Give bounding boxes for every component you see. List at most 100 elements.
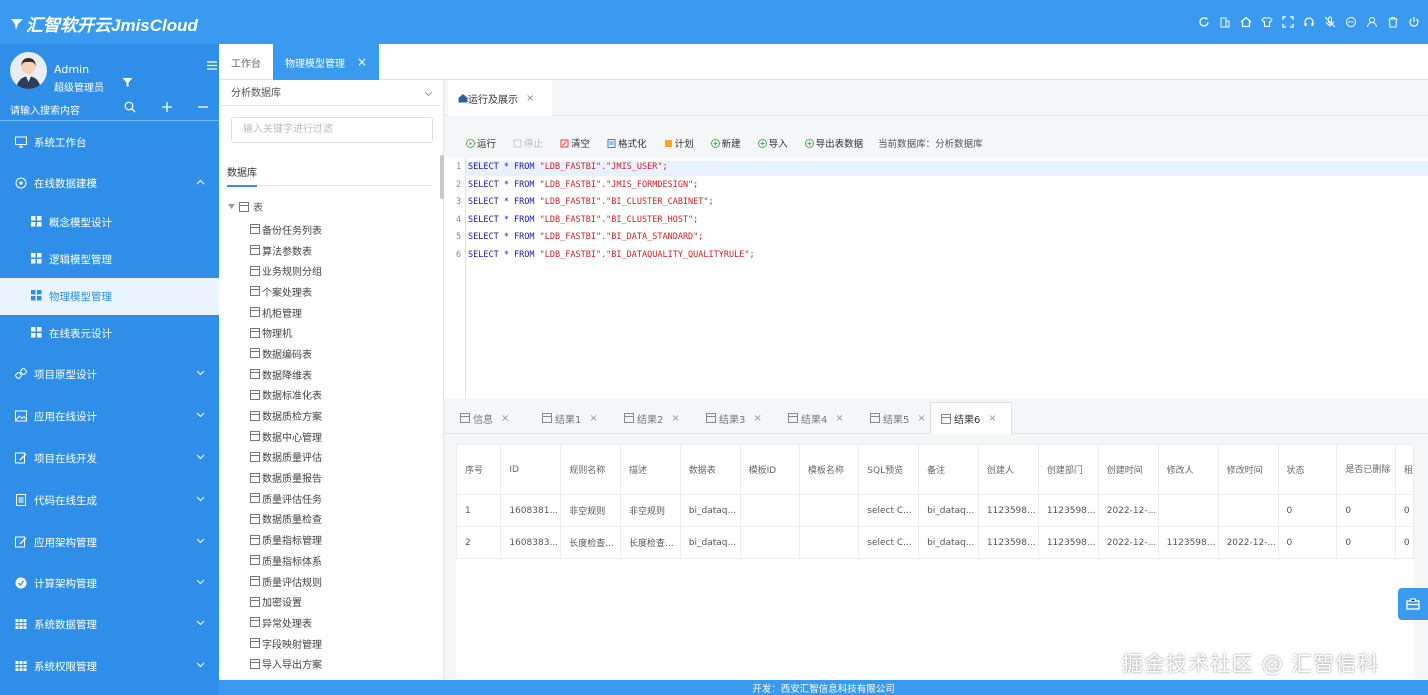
menu-item-sys-perm[interactable]: 系统权限管理 — [0, 648, 219, 685]
tree-node-table[interactable]: 物理机 — [250, 322, 322, 343]
tree-node-table[interactable]: 质量指标体系 — [250, 550, 322, 571]
tree-node-table[interactable]: 字段映射管理 — [250, 633, 322, 654]
menu-toggle-icon[interactable] — [207, 61, 217, 70]
tree-node-table[interactable]: 数据标准化表 — [250, 385, 322, 406]
table-row[interactable]: 1 1608381... 非空规则 非空规则 bi_dataq... select C..… — [455, 494, 1415, 527]
menu-item-table-design[interactable]: 在线表元设计 — [0, 315, 219, 352]
table-row[interactable]: 2 1608383... 长度检查... 长度检查... bi_dataq... sele… — [455, 526, 1415, 559]
tab-database[interactable]: 数据库 — [227, 162, 431, 187]
column-header[interactable]: 序号 — [455, 444, 502, 495]
fullscreen-icon[interactable] — [1280, 12, 1296, 32]
microphone-icon[interactable] — [1322, 12, 1338, 32]
column-header[interactable]: 修改时间 — [1217, 444, 1279, 495]
menu-item-online-data[interactable]: 在线数据建模 — [0, 165, 219, 202]
sidebar-search[interactable]: 请输入搜索内容 — [0, 97, 219, 121]
avatar[interactable] — [10, 52, 47, 89]
shirt-icon[interactable] — [1259, 12, 1275, 32]
menu-item-app-design[interactable]: 应用在线设计 — [0, 398, 219, 435]
trash-icon[interactable] — [1385, 12, 1401, 32]
column-header[interactable]: ID — [500, 444, 562, 495]
menu-item-compute-arch[interactable]: 计算架构管理 — [0, 565, 219, 602]
tree-node-table[interactable]: 质量评估规则 — [250, 571, 322, 592]
user-icon[interactable] — [1364, 12, 1380, 32]
tab-physical-model[interactable]: 物理模型管理 × — [273, 44, 379, 80]
close-icon[interactable]: × — [835, 413, 843, 424]
tree-node-table[interactable]: 数据中心管理 — [250, 426, 322, 447]
menu-item-workbench[interactable]: 系统工作台 — [0, 124, 219, 161]
tree-node-table[interactable]: 质量指标管理 — [250, 529, 322, 550]
column-header[interactable]: 描述 — [620, 444, 681, 495]
tab-result[interactable]: 结果5 × — [860, 402, 930, 434]
tree-node-table[interactable]: 数据质检方案 — [250, 405, 322, 426]
column-header[interactable]: 租 — [1394, 444, 1415, 495]
filter-icon[interactable] — [122, 77, 133, 88]
tab-result[interactable]: 结果3 × — [696, 402, 766, 434]
refresh-icon[interactable] — [1196, 12, 1212, 32]
minus-icon[interactable] — [197, 101, 209, 113]
column-header[interactable]: 是否已删除 — [1336, 444, 1396, 495]
column-header[interactable]: 模板ID — [739, 444, 800, 495]
sql-line[interactable]: SELECT * FROM "LDB_FASTBI"."BI_CLUSTER_H… — [468, 215, 698, 225]
sql-line[interactable]: SELECT * FROM "LDB_FASTBI"."JMIS_FORMDES… — [468, 180, 698, 190]
column-header[interactable]: 创建部门 — [1037, 444, 1099, 495]
tree-node-table[interactable]: 业务规则分组 — [250, 260, 322, 281]
menu-item-project-dev[interactable]: 项目在线开发 — [0, 440, 219, 477]
tree-node-table[interactable]: 数据质量检查 — [250, 509, 322, 530]
float-tool-button[interactable] — [1398, 588, 1428, 620]
close-icon[interactable]: × — [357, 55, 367, 69]
plan-button[interactable]: 计划 — [664, 136, 694, 150]
menu-item-sys-data[interactable]: 系统数据管理 — [0, 606, 219, 643]
tree-node-table[interactable]: 数据降维表 — [250, 364, 322, 385]
column-header[interactable]: 修改人 — [1157, 444, 1219, 495]
sql-line[interactable]: SELECT * FROM "LDB_FASTBI"."BI_DATAQUALI… — [468, 250, 755, 260]
tree-node-table[interactable]: 数据质量报告 — [250, 467, 322, 488]
column-header[interactable]: 备注 — [918, 444, 979, 495]
run-button[interactable]: 运行 — [466, 136, 496, 150]
home-icon[interactable] — [1238, 12, 1254, 32]
column-header[interactable]: 数据表 — [679, 444, 741, 495]
tree-root-tables[interactable]: 表 — [228, 199, 263, 214]
tree-node-table[interactable]: 数据编码表 — [250, 343, 322, 364]
tab-result[interactable]: 结果6 × — [930, 402, 1012, 434]
app-logo[interactable]: 汇智软开云JmisCloud — [10, 11, 198, 36]
tree-node-table[interactable]: 个案处理表 — [250, 281, 322, 302]
clear-button[interactable]: 清空 — [560, 136, 590, 150]
close-icon[interactable]: × — [988, 413, 996, 424]
sql-line[interactable]: SELECT * FROM "LDB_FASTBI"."BI_CLUSTER_C… — [468, 197, 714, 207]
tree-node-table[interactable]: 导入导出方案 — [250, 653, 322, 674]
stop-button[interactable]: 停止 — [513, 136, 543, 150]
format-button[interactable]: 格式化 — [607, 136, 647, 150]
tree-node-table[interactable]: 质量评估任务 — [250, 488, 322, 509]
headset-icon[interactable] — [1301, 12, 1317, 32]
menu-item-codegen[interactable]: 代码在线生成 — [0, 482, 219, 519]
column-header[interactable]: 创建时间 — [1097, 444, 1159, 495]
close-icon[interactable]: × — [917, 413, 925, 424]
sql-editor[interactable]: 1 SELECT * FROM "LDB_FASTBI"."JMIS_USER";… — [444, 158, 1428, 398]
column-header[interactable]: SQL预览 — [858, 444, 920, 495]
close-icon[interactable]: × — [753, 413, 761, 424]
tab-run-display[interactable]: 运行及展示 × — [448, 80, 552, 116]
tree-node-table[interactable]: 备份任务列表 — [250, 219, 322, 240]
close-icon[interactable]: × — [501, 413, 509, 424]
tree-node-table[interactable]: 数据质量评估 — [250, 447, 322, 468]
menu-item-physical[interactable]: 物理模型管理 — [0, 278, 219, 315]
search-icon[interactable] — [124, 101, 136, 113]
search-placeholder[interactable]: 请输入搜索内容 — [10, 102, 80, 117]
import-button[interactable]: 导入 — [757, 136, 788, 150]
menu-item-prototype[interactable]: 项目原型设计 — [0, 356, 219, 393]
tab-result[interactable]: 结果4 × — [778, 402, 848, 434]
menu-item-logic[interactable]: 逻辑模型管理 — [0, 241, 219, 278]
tree-node-table[interactable]: 加密设置 — [250, 591, 322, 612]
close-icon[interactable]: × — [526, 93, 534, 104]
table-filter-input[interactable]: 输入关键字进行过滤 — [231, 117, 433, 143]
tab-result[interactable]: 信息 × — [450, 402, 520, 434]
building-icon[interactable] — [1217, 12, 1233, 32]
plus-icon[interactable] — [161, 101, 173, 113]
export-button[interactable]: 导出表数据 — [804, 136, 863, 150]
database-select[interactable]: 分析数据库 — [221, 82, 441, 106]
sql-line[interactable]: SELECT * FROM "LDB_FASTBI"."BI_DATA_STAN… — [468, 232, 703, 242]
tree-node-table[interactable]: 机柜管理 — [250, 302, 322, 323]
column-header[interactable]: 创建人 — [977, 444, 1039, 495]
tree-node-table[interactable]: 算法参数表 — [250, 240, 322, 261]
close-icon[interactable]: × — [589, 413, 597, 424]
